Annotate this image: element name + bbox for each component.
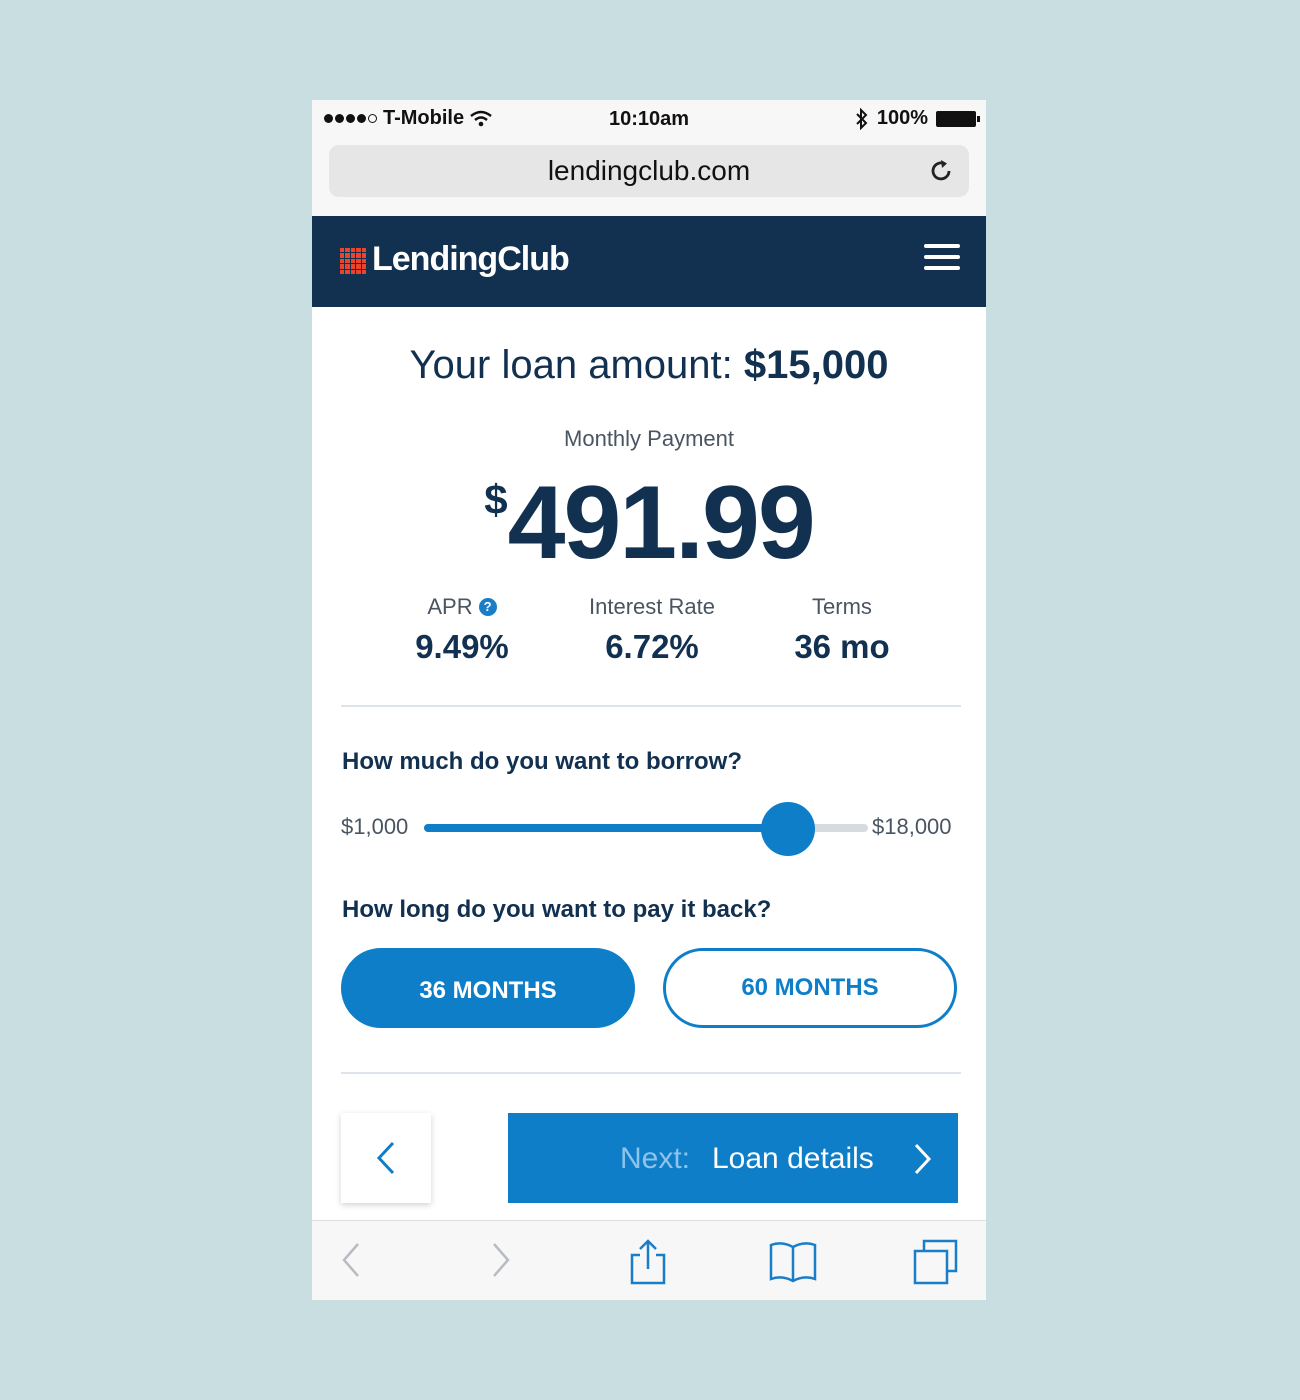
next-prefix: Next: [620,1142,691,1175]
battery-icon [936,110,980,127]
bluetooth-icon [856,107,868,130]
stat-apr: APR ? 9.49% [372,594,552,666]
terms-label: Terms [812,594,872,619]
slider-fill [424,824,789,832]
loan-stats: APR ? 9.49% Interest Rate 6.72% Terms 36… [372,594,932,666]
term-36-months-button[interactable]: 36 MONTHS [341,948,635,1028]
help-icon[interactable]: ? [478,598,497,616]
status-right: 100% [855,107,980,130]
phone-screen: T-Mobile 10:10am 100% lendingclub.com Le… [312,100,986,1300]
share-icon[interactable] [628,1239,668,1285]
brand-name[interactable]: LendingClub [372,240,570,279]
stat-label: APR ? [372,594,552,620]
slider-max-label: $18,000 [872,814,952,839]
hamburger-menu-icon[interactable] [924,244,960,274]
stat-terms: Terms 36 mo [752,594,932,666]
reload-icon[interactable] [927,157,955,185]
address-bar[interactable]: lendingclub.com [329,145,969,197]
monthly-payment-amount: $491.99 [312,464,986,583]
browser-toolbar [312,1220,986,1300]
status-bar: T-Mobile 10:10am 100% [312,100,986,138]
interest-rate-label: Interest Rate [589,594,715,619]
terms-value: 36 mo [794,628,890,665]
stat-interest-rate: Interest Rate 6.72% [562,594,742,666]
loan-amount-prefix: Your loan amount: [409,343,733,387]
browser-forward-icon[interactable] [490,1239,512,1281]
borrow-question: How much do you want to borrow? [342,748,742,775]
app-header: LendingClub [312,216,986,307]
browser-url-area: lendingclub.com [312,138,986,216]
monthly-payment-label: Monthly Payment [564,426,734,451]
browser-back-icon[interactable] [340,1239,362,1281]
loan-amount-slider[interactable] [424,802,868,856]
section-divider [341,1072,961,1074]
battery-percent: 100% [876,107,928,129]
monthly-payment-value: 491.99 [507,465,816,581]
currency-symbol: $ [484,476,508,523]
next-loan-details-button[interactable]: Next: Loan details [508,1113,958,1203]
next-label: Loan details [712,1142,874,1175]
interest-rate-value: 6.72% [605,628,699,665]
term-60-months-button[interactable]: 60 MONTHS [663,948,957,1028]
url-text: lendingclub.com [547,155,751,186]
term-question: How long do you want to pay it back? [342,896,772,923]
loan-amount-value: $15,000 [743,343,889,387]
chevron-right-icon [914,1143,932,1175]
apr-value: 9.49% [415,628,509,665]
back-button[interactable] [341,1113,431,1203]
bookmarks-icon[interactable] [768,1239,818,1283]
slider-thumb[interactable] [761,802,816,856]
lendingclub-logo-icon[interactable] [340,248,366,274]
apr-label: APR [427,594,473,619]
loan-amount-title: Your loan amount: $15,000 [312,343,986,388]
tabs-icon[interactable] [912,1239,960,1285]
chevron-left-icon [376,1141,395,1175]
section-divider [341,705,961,707]
slider-min-label: $1,000 [341,814,409,839]
